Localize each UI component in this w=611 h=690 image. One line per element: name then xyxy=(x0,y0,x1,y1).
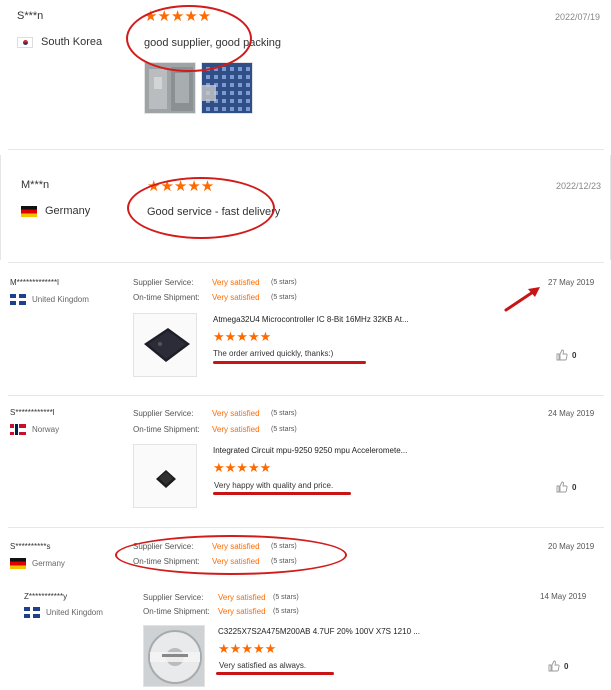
product-title[interactable]: Integrated Circuit mpu-9250 9250 mpu Acc… xyxy=(213,446,407,455)
divider xyxy=(8,527,604,528)
reviewer-name: S************l xyxy=(10,408,55,417)
thumbs-up-icon xyxy=(556,349,568,361)
flag-icon xyxy=(10,294,26,305)
rating-stars: ★★★★★ xyxy=(218,641,277,656)
like-count: 0 xyxy=(572,350,577,360)
ontime-shipment-value: Very satisfied xyxy=(218,607,266,616)
product-title[interactable]: Atmega32U4 Microcontroller IC 8-Bit 16MH… xyxy=(213,315,409,324)
product-title[interactable]: C3225X7S2A475M200AB 4.7UF 20% 100V X7S 1… xyxy=(218,627,420,636)
review-card: S**********s Germany Supplier Service: V… xyxy=(0,532,611,690)
flag-icon xyxy=(21,205,37,217)
review-date: 2022/07/19 xyxy=(555,12,601,22)
rating-stars: ★★★★★ xyxy=(213,460,272,475)
review-date: 14 May 2019 xyxy=(540,592,587,601)
annotation-ellipse xyxy=(127,177,275,239)
reviewer-name: M***n xyxy=(21,179,50,191)
stars-note: (5 stars) xyxy=(271,279,297,286)
supplier-service-value: Very satisfied xyxy=(212,278,260,287)
review-date: 24 May 2019 xyxy=(548,409,595,418)
reviewer-country: South Korea xyxy=(17,36,102,48)
photo-thumbnail-icon xyxy=(202,63,252,113)
country-label: South Korea xyxy=(41,36,103,48)
supplier-service-label: Supplier Service: xyxy=(133,409,194,418)
annotation-ellipse xyxy=(115,535,347,575)
review-comment: The order arrived quickly, thanks:) xyxy=(213,349,334,358)
reviewer-country: United Kingdom xyxy=(24,607,103,618)
reviewer-name: S***n xyxy=(17,10,44,22)
arrow-annotation-icon xyxy=(504,287,540,312)
country-label: United Kingdom xyxy=(32,295,89,304)
reviewer-country: Germany xyxy=(21,205,90,217)
ontime-shipment-value: Very satisfied xyxy=(212,425,260,434)
stars-note: (5 stars) xyxy=(271,294,297,301)
stars-note: (5 stars) xyxy=(271,410,297,417)
review-comment: Very happy with quality and price. xyxy=(214,481,334,490)
country-label: Germany xyxy=(32,559,65,568)
supplier-service-label: Supplier Service: xyxy=(133,278,194,287)
annotation-underline xyxy=(213,361,366,364)
country-label: United Kingdom xyxy=(46,608,103,617)
divider xyxy=(8,149,604,150)
chip-image-icon xyxy=(134,314,196,376)
supplier-service-label: Supplier Service: xyxy=(143,593,204,602)
ontime-shipment-value: Very satisfied xyxy=(212,293,260,302)
reviewer-name: M*************l xyxy=(10,278,59,287)
supplier-service-value: Very satisfied xyxy=(218,593,266,602)
thumbs-up-icon xyxy=(548,660,560,672)
divider xyxy=(8,395,604,396)
rating-stars: ★★★★★ xyxy=(213,329,272,344)
capacitor-reel-icon xyxy=(144,626,204,686)
divider xyxy=(8,262,604,263)
review-date: 2022/12/23 xyxy=(556,181,602,191)
product-thumbnail[interactable] xyxy=(133,313,197,377)
review-card: S***n South Korea ★★★★★ good supplier, g… xyxy=(0,0,611,150)
chip-image-icon xyxy=(134,445,196,507)
flag-icon xyxy=(17,36,33,48)
annotation-underline xyxy=(213,492,351,495)
reviewer-name: Z***********y xyxy=(24,592,68,601)
product-thumbnail[interactable] xyxy=(133,444,197,508)
flag-icon xyxy=(10,558,26,569)
review-date: 27 May 2019 xyxy=(548,278,595,287)
reviewer-name: S**********s xyxy=(10,542,51,551)
ontime-shipment-label: On-time Shipment: xyxy=(133,425,200,434)
country-label: Germany xyxy=(45,205,91,217)
stars-note: (5 stars) xyxy=(273,594,299,601)
like-button[interactable]: 0 xyxy=(556,349,576,361)
review-card: S************l Norway Supplier Service: … xyxy=(0,400,611,525)
annotation-underline xyxy=(216,672,334,675)
review-date: 20 May 2019 xyxy=(548,542,595,551)
annotation-ellipse xyxy=(126,5,252,72)
reviewer-country: United Kingdom xyxy=(10,294,89,305)
stars-note: (5 stars) xyxy=(273,608,299,615)
ontime-shipment-label: On-time Shipment: xyxy=(133,293,200,302)
stars-note: (5 stars) xyxy=(271,426,297,433)
ontime-shipment-label: On-time Shipment: xyxy=(143,607,210,616)
thumbs-up-icon xyxy=(556,481,568,493)
like-button[interactable]: 0 xyxy=(548,660,568,672)
supplier-service-value: Very satisfied xyxy=(212,409,260,418)
review-card: M***n Germany ★★★★★ Good service - fast … xyxy=(0,155,611,260)
review-card: M*************l United Kingdom Supplier … xyxy=(0,270,611,395)
reviewer-country: Norway xyxy=(10,424,59,435)
like-button[interactable]: 0 xyxy=(556,481,576,493)
country-label: Norway xyxy=(32,425,60,434)
like-count: 0 xyxy=(564,661,569,671)
like-count: 0 xyxy=(572,482,577,492)
flag-icon xyxy=(24,607,40,618)
reviewer-country: Germany xyxy=(10,558,65,569)
review-comment: Very satisfied as always. xyxy=(219,661,307,670)
flag-icon xyxy=(10,424,26,435)
product-thumbnail[interactable] xyxy=(143,625,205,687)
